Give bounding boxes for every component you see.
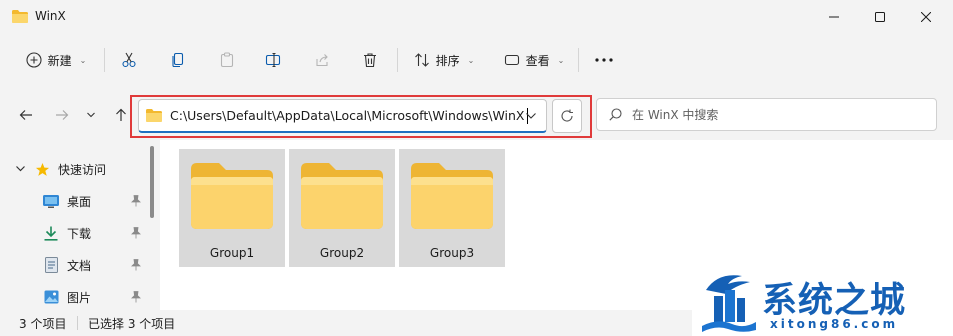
document-icon (43, 257, 59, 273)
close-icon (921, 12, 931, 22)
address-bar[interactable]: C:\Users\Default\AppData\Local\Microsoft… (138, 99, 547, 133)
status-divider (77, 316, 78, 330)
new-label: 新建 (47, 53, 72, 68)
sort-icon (414, 53, 429, 67)
pin-icon (131, 291, 141, 303)
pin-icon (131, 195, 141, 207)
desktop-icon (43, 193, 59, 209)
maximize-button[interactable] (857, 0, 903, 34)
sidebar-item-desktop[interactable]: 桌面 (0, 187, 150, 215)
paste-button[interactable] (211, 44, 243, 76)
new-button[interactable]: 新建 ⌄ (16, 44, 96, 76)
folder-name: Group1 (209, 246, 255, 260)
cut-button[interactable] (113, 44, 145, 76)
cut-icon (122, 52, 136, 68)
chevron-down-icon (87, 112, 95, 118)
chevron-down-icon: ⌄ (79, 55, 87, 65)
plus-circle-icon (26, 52, 42, 68)
sidebar-item-label: 文档 (67, 258, 92, 273)
toolbar-divider (104, 48, 105, 72)
refresh-button[interactable] (552, 99, 582, 133)
chevron-down-icon (526, 113, 536, 119)
pictures-icon (43, 289, 59, 305)
selection-count: 已选择 3 个项目 (88, 317, 176, 331)
delete-button[interactable] (354, 44, 386, 76)
search-placeholder: 在 WinX 中搜索 (632, 108, 719, 122)
folder-name: Group2 (319, 246, 365, 260)
folder-icon (191, 163, 273, 229)
pin-icon (131, 259, 141, 271)
copy-button[interactable] (162, 44, 194, 76)
copy-icon (172, 52, 184, 68)
search-icon (609, 108, 622, 121)
pin-icon (131, 227, 141, 239)
address-path: C:\Users\Default\AppData\Local\Microsoft… (170, 108, 525, 123)
folder-item[interactable]: Group2 (289, 149, 395, 267)
paste-icon (220, 52, 234, 68)
item-count: 3 个项目 (19, 317, 67, 331)
more-icon (595, 58, 613, 62)
folder-icon (146, 109, 162, 122)
window-title: WinX (35, 9, 66, 23)
sidebar-item-label: 桌面 (67, 194, 92, 209)
refresh-icon (561, 109, 573, 122)
toolbar-divider (578, 48, 579, 72)
folder-icon (411, 163, 493, 229)
view-button[interactable]: 查看 ⌄ (498, 44, 570, 76)
minimize-icon (829, 16, 839, 18)
share-icon (316, 54, 328, 67)
watermark: 系统之城 xitong86.com (692, 266, 953, 336)
navigation-pane: 快速访问 桌面 下载 文档 图片 (0, 146, 158, 308)
sidebar-item-label: 下载 (67, 226, 92, 241)
sidebar-item-label: 快速访问 (58, 162, 107, 177)
sort-label: 排序 (435, 53, 460, 68)
folder-icon (301, 163, 383, 229)
view-icon (504, 54, 519, 66)
sidebar-item-pictures[interactable]: 图片 (0, 283, 150, 311)
sidebar-item-documents[interactable]: 文档 (0, 251, 150, 279)
sidebar-item-label: 图片 (67, 290, 92, 305)
folder-name: Group3 (429, 246, 475, 260)
star-icon (34, 161, 50, 177)
castle-logo-icon (702, 275, 756, 332)
more-button[interactable] (588, 44, 620, 76)
maximize-icon (875, 12, 885, 22)
arrow-left-icon (19, 110, 32, 120)
view-label: 查看 (525, 53, 550, 68)
sidebar-scrollbar[interactable] (150, 146, 154, 218)
recent-locations-button[interactable] (81, 103, 101, 127)
sort-button[interactable]: 排序 ⌄ (408, 44, 480, 76)
folder-item[interactable]: Group1 (179, 149, 285, 267)
toolbar-divider (397, 48, 398, 72)
back-button[interactable] (14, 103, 38, 127)
folder-app-icon (12, 10, 28, 23)
chevron-down-icon[interactable] (13, 166, 27, 172)
address-dropdown-button[interactable] (519, 106, 543, 126)
sidebar-item-downloads[interactable]: 下载 (0, 219, 150, 247)
folder-item[interactable]: Group3 (399, 149, 505, 267)
chevron-down-icon: ⌄ (557, 55, 565, 65)
rename-button[interactable] (257, 44, 289, 76)
rename-icon (265, 52, 281, 68)
minimize-button[interactable] (811, 0, 857, 34)
watermark-title: 系统之城 (762, 281, 907, 321)
watermark-url: xitong86.com (770, 317, 899, 331)
forward-button[interactable] (50, 103, 74, 127)
share-button[interactable] (306, 44, 338, 76)
arrow-up-icon (116, 108, 126, 121)
chevron-down-icon: ⌄ (467, 55, 475, 65)
title-bar: WinX (0, 0, 953, 34)
search-box[interactable]: 在 WinX 中搜索 (596, 98, 937, 131)
close-button[interactable] (903, 0, 949, 34)
command-bar: 新建 ⌄ 排序 ⌄ 查看 ⌄ (0, 38, 953, 82)
delete-icon (364, 53, 376, 68)
arrow-right-icon (56, 110, 69, 120)
sidebar-item-quick-access[interactable]: 快速访问 (0, 155, 150, 183)
download-icon (43, 225, 59, 241)
